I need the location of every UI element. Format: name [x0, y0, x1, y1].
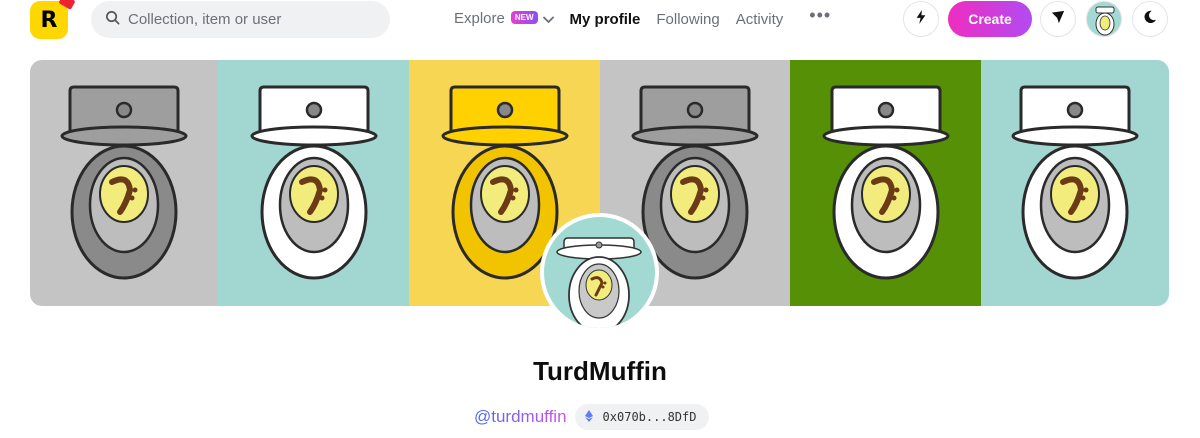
toilet-illustration — [1011, 85, 1139, 280]
banner-tile-6 — [981, 60, 1169, 306]
profile-handle[interactable]: @turdmuffin — [474, 407, 567, 427]
chevron-down-icon — [542, 11, 554, 28]
main-nav: Explore NEW My profile Following Activity… — [454, 0, 831, 38]
send-icon — [1051, 10, 1065, 29]
new-badge: NEW — [510, 10, 538, 24]
nav-following[interactable]: Following — [656, 11, 719, 28]
logo-letter: R — [40, 7, 58, 33]
search-icon — [105, 10, 120, 30]
banner-tile-2 — [218, 60, 409, 306]
profile-username: TurdMuffin — [533, 356, 667, 386]
top-navigation-bar: R Explore NEW My profile Following Activi… — [0, 0, 1200, 40]
toilet-illustration — [822, 85, 949, 280]
search-bar[interactable] — [91, 1, 390, 38]
banner-tile-5 — [790, 60, 981, 306]
nav-explore[interactable]: Explore NEW — [454, 10, 554, 28]
user-avatar[interactable] — [1086, 1, 1122, 37]
rarible-logo[interactable]: R — [30, 0, 76, 39]
toilet-illustration — [60, 85, 188, 280]
nav-activity[interactable]: Activity — [736, 11, 784, 28]
moon-icon — [1143, 10, 1157, 29]
lightning-button[interactable] — [903, 1, 939, 37]
create-button[interactable]: Create — [948, 1, 1032, 37]
wallet-address: 0x070b...8DfD — [602, 410, 697, 424]
ethereum-icon — [584, 409, 593, 425]
profile-identity-row: @turdmuffin 0x070b...8DfD — [474, 404, 710, 430]
search-input[interactable] — [128, 11, 368, 28]
theme-toggle-button[interactable] — [1132, 1, 1168, 37]
lightning-icon — [915, 9, 927, 29]
banner-tile-1 — [30, 60, 218, 306]
send-button[interactable] — [1040, 1, 1076, 37]
nav-my-profile[interactable]: My profile — [570, 11, 641, 28]
profile-avatar[interactable] — [540, 213, 659, 332]
toilet-illustration — [250, 85, 377, 280]
more-menu-icon[interactable]: ••• — [809, 5, 831, 26]
santa-hat-icon — [58, 0, 76, 10]
wallet-address-chip[interactable]: 0x070b...8DfD — [574, 404, 710, 430]
nav-explore-label: Explore — [454, 10, 505, 28]
